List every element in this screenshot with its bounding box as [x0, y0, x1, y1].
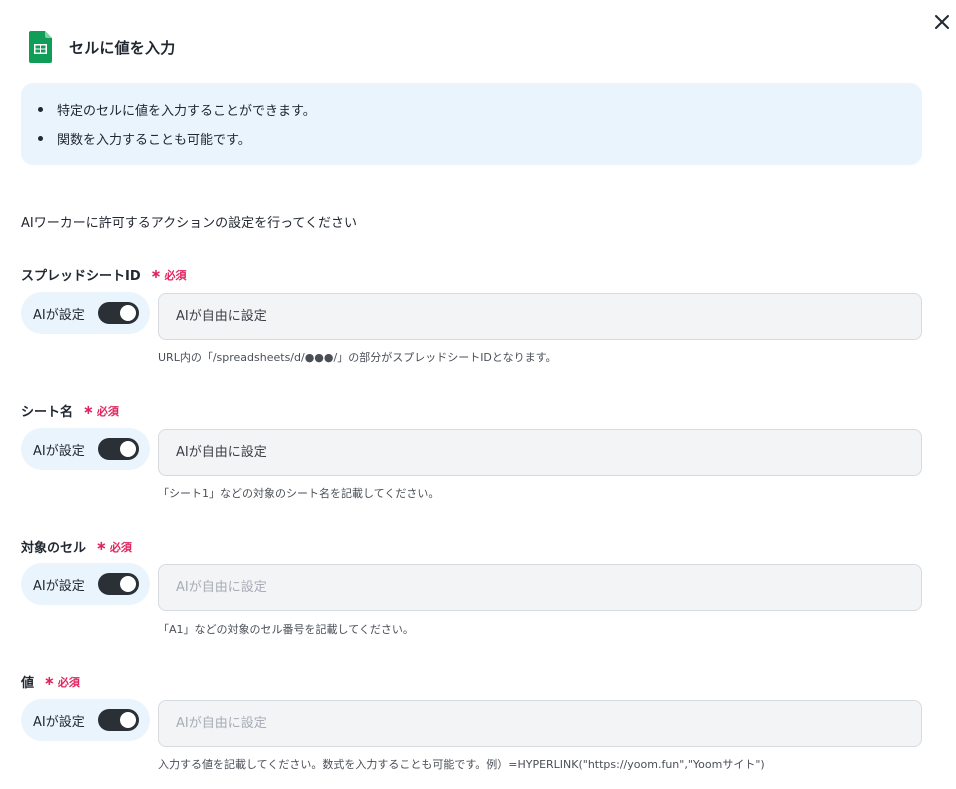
- asterisk-icon: ∗: [83, 403, 94, 418]
- field-label-text: 値: [21, 676, 35, 691]
- asterisk-icon: ∗: [44, 674, 55, 689]
- ai-toggle-label: AIが設定: [33, 307, 85, 323]
- field-label-spreadsheet-id: スプレッドシートID ∗ 必須: [21, 265, 187, 284]
- info-item-text: 関数を入力することも可能です。: [57, 133, 251, 148]
- toggle-switch[interactable]: [98, 302, 139, 324]
- required-badge: ∗ 必須: [150, 267, 187, 282]
- lead-text: AIワーカーに許可するアクションの設定を行ってください: [21, 216, 358, 231]
- field-hint-value: 入力する値を記載してください。数式を入力することも可能です。例）=HYPERLI…: [158, 758, 765, 771]
- ai-setting-toggle-sheet-name[interactable]: AIが設定: [21, 428, 150, 470]
- toggle-switch[interactable]: [98, 438, 139, 460]
- close-button[interactable]: [931, 11, 953, 33]
- required-badge: ∗ 必須: [44, 674, 80, 689]
- toggle-knob: [120, 712, 136, 728]
- value-input[interactable]: [158, 700, 922, 747]
- toggle-switch[interactable]: [98, 573, 139, 595]
- ai-setting-toggle-spreadsheet-id[interactable]: AIが設定: [21, 292, 150, 334]
- page-title: セルに値を入力: [69, 38, 176, 57]
- ai-toggle-label: AIが設定: [33, 443, 85, 459]
- required-badge: ∗ 必須: [96, 539, 132, 554]
- toggle-knob: [120, 305, 136, 321]
- toggle-switch[interactable]: [98, 709, 139, 731]
- field-label-text: 対象のセル: [21, 541, 87, 556]
- field-label-sheet-name: シート名 ∗ 必須: [21, 401, 119, 420]
- action-settings-dialog: セルに値を入力 特定のセルに値を入力することができます。 関数を入力することも可…: [0, 0, 956, 789]
- field-label-target-cell: 対象のセル ∗ 必須: [21, 537, 132, 556]
- dialog-header: セルに値を入力: [29, 31, 175, 63]
- field-hint-sheet-name: 「シート1」などの対象のシート名を記載してください。: [158, 487, 440, 500]
- info-item: 特定のセルに値を入力することができます。: [38, 100, 316, 119]
- asterisk-icon: ∗: [96, 539, 107, 554]
- field-hint-target-cell: 「A1」などの対象のセル番号を記載してください。: [158, 623, 414, 636]
- toggle-knob: [120, 441, 136, 457]
- ai-setting-toggle-target-cell[interactable]: AIが設定: [21, 563, 150, 605]
- target-cell-input[interactable]: [158, 564, 922, 611]
- info-box: 特定のセルに値を入力することができます。 関数を入力することも可能です。: [21, 83, 922, 165]
- info-item: 関数を入力することも可能です。: [38, 129, 251, 148]
- sheet-name-input[interactable]: [158, 429, 922, 476]
- asterisk-icon: ∗: [150, 267, 162, 282]
- field-hint-spreadsheet-id: URL内の「/spreadsheets/d/●●●/」の部分がスプレッドシートI…: [158, 351, 557, 364]
- close-icon: [935, 15, 949, 29]
- ai-setting-toggle-value[interactable]: AIが設定: [21, 699, 150, 741]
- toggle-knob: [120, 576, 136, 592]
- field-label-value: 値 ∗ 必須: [21, 672, 80, 691]
- google-sheets-icon: [29, 31, 52, 63]
- ai-toggle-label: AIが設定: [33, 578, 85, 594]
- spreadsheet-id-input[interactable]: [158, 293, 922, 340]
- ai-toggle-label: AIが設定: [33, 714, 85, 730]
- field-label-text: スプレッドシートID: [21, 269, 141, 284]
- field-label-text: シート名: [21, 405, 74, 420]
- info-item-text: 特定のセルに値を入力することができます。: [57, 104, 316, 119]
- bullet-icon: [38, 136, 43, 141]
- bullet-icon: [38, 107, 43, 112]
- required-badge: ∗ 必須: [83, 403, 119, 418]
